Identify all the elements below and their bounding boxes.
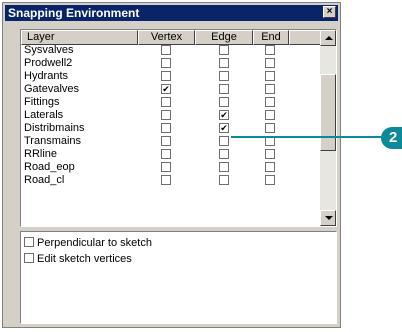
end-snap-checkbox[interactable] [265,123,275,133]
vertex-snap-checkbox[interactable] [161,84,171,94]
vertex-snap-checkbox[interactable] [161,175,171,185]
window-title: Snapping Environment [8,6,140,20]
edit-vertices-checkbox[interactable] [24,253,34,263]
layer-row: RRline [21,148,321,161]
layer-name: Hydrants [24,70,69,82]
layer-name: Road_cl [24,174,65,186]
layer-name: Laterals [24,109,64,121]
layer-name: Road_eop [24,161,75,173]
end-snap-checkbox[interactable] [265,84,275,94]
layer-row: Distribmains [21,122,321,135]
callout-number: 2 [389,129,398,146]
callout-badge: 2 [381,127,402,149]
layer-name: RRline [24,148,58,160]
vertex-snap-checkbox[interactable] [161,110,171,120]
layer-row: Laterals [21,109,321,122]
vertex-snap-checkbox[interactable] [161,58,171,68]
column-header-end-label: End [261,31,281,43]
scroll-up-button[interactable] [320,30,336,46]
layer-name: Transmains [24,135,82,147]
title-bar: Snapping Environment × [5,5,338,21]
scroll-down-button[interactable] [320,210,336,226]
column-header-edge-label: Edge [211,31,237,43]
vertical-scrollbar[interactable] [320,30,336,226]
edge-snap-checkbox[interactable] [219,136,229,146]
option-perpendicular-label: Perpendicular to sketch [37,237,152,249]
perpendicular-checkbox[interactable] [24,237,34,247]
end-snap-checkbox[interactable] [265,71,275,81]
edge-snap-checkbox[interactable] [219,58,229,68]
vertex-snap-checkbox[interactable] [161,123,171,133]
edge-snap-checkbox[interactable] [219,71,229,81]
edge-snap-checkbox[interactable] [219,97,229,107]
column-header-layer[interactable]: Layer [21,30,138,45]
layer-name: Sysvalves [24,44,74,56]
edge-snap-checkbox[interactable] [219,110,229,120]
end-snap-checkbox[interactable] [265,175,275,185]
scroll-up-icon [325,36,333,40]
layer-name: Fittings [24,96,60,108]
column-header-vertex[interactable]: Vertex [138,30,195,45]
column-header-filler [289,30,321,45]
end-snap-checkbox[interactable] [265,162,275,172]
option-edit-vertices[interactable]: Edit sketch vertices [24,252,132,265]
sketch-options-panel: Perpendicular to sketch Edit sketch vert… [20,231,337,324]
end-snap-checkbox[interactable] [265,45,275,55]
layer-row: Prodwell2 [21,57,321,70]
layer-row: Road_cl [21,174,321,187]
end-snap-checkbox[interactable] [265,149,275,159]
edge-snap-checkbox[interactable] [219,149,229,159]
edge-snap-checkbox[interactable] [219,162,229,172]
edge-snap-checkbox[interactable] [219,123,229,133]
layer-name: Prodwell2 [24,57,73,69]
layer-row: Sysvalves [21,44,321,57]
vertex-snap-checkbox[interactable] [161,71,171,81]
vertex-snap-checkbox[interactable] [161,149,171,159]
callout-leader-line [231,136,389,138]
end-snap-checkbox[interactable] [265,97,275,107]
end-snap-checkbox[interactable] [265,58,275,68]
close-button[interactable]: × [323,6,336,18]
vertex-snap-checkbox[interactable] [161,97,171,107]
layer-name: Distribmains [24,122,85,134]
scroll-down-icon [325,216,333,220]
vertex-snap-checkbox[interactable] [161,136,171,146]
scrollbar-thumb[interactable] [320,74,336,151]
end-snap-checkbox[interactable] [265,110,275,120]
column-header-edge[interactable]: Edge [195,30,253,45]
column-header-end[interactable]: End [253,30,289,45]
layer-row: Gatevalves [21,83,321,96]
layer-row: Fittings [21,96,321,109]
option-perpendicular[interactable]: Perpendicular to sketch [24,236,152,249]
vertex-snap-checkbox[interactable] [161,45,171,55]
edge-snap-checkbox[interactable] [219,175,229,185]
layer-row: Hydrants [21,70,321,83]
layer-row: Road_eop [21,161,321,174]
column-header-vertex-label: Vertex [150,31,183,43]
option-edit-vertices-label: Edit sketch vertices [37,253,132,265]
column-header-layer-label: Layer [27,31,55,43]
edge-snap-checkbox[interactable] [219,84,229,94]
layer-name: Gatevalves [24,83,80,95]
vertex-snap-checkbox[interactable] [161,162,171,172]
layer-snapping-list: Layer Vertex Edge End Sysvalves Prodwell2… [20,29,337,227]
edge-snap-checkbox[interactable] [219,45,229,55]
